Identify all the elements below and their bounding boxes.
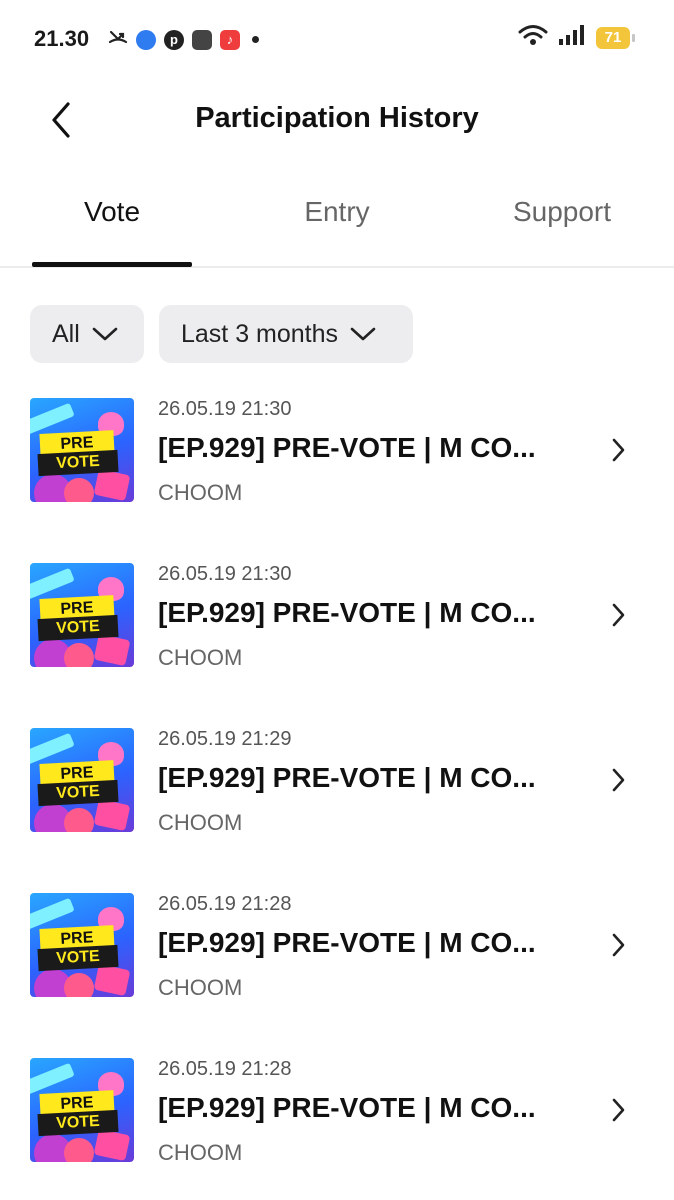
page-title: Participation History xyxy=(195,102,479,134)
more-notifications-icon xyxy=(252,36,259,43)
thumbnail-text-vote: VOTE xyxy=(37,1109,119,1137)
chevron-right-icon xyxy=(612,438,625,462)
list-item[interactable]: PRE VOTE 26.05.19 21:28 [EP.929] PRE-VOT… xyxy=(0,1058,674,1178)
item-artist: CHOOM xyxy=(158,645,243,670)
status-indicators: 71 xyxy=(518,24,635,51)
missed-call-icon xyxy=(108,27,128,52)
chevron-right-icon xyxy=(612,768,625,792)
music-app-icon: ♪ xyxy=(220,29,240,50)
item-date: 26.05.19 21:28 xyxy=(158,1058,292,1080)
list-item[interactable]: PRE VOTE 26.05.19 21:29 [EP.929] PRE-VOT… xyxy=(0,728,674,848)
item-artist: CHOOM xyxy=(158,1140,243,1165)
chevron-right-icon xyxy=(612,933,625,957)
item-title: [EP.929] PRE-VOTE | M CO... xyxy=(158,927,536,958)
chevron-down-icon xyxy=(350,327,376,341)
signal-icon xyxy=(558,24,586,51)
app-notification-icon xyxy=(136,29,156,50)
vote-thumbnail: PRE VOTE xyxy=(30,563,134,667)
app-grid-icon xyxy=(192,29,212,50)
period-filter-dropdown[interactable]: Last 3 months xyxy=(159,305,413,363)
active-tab-indicator xyxy=(32,262,192,267)
item-artist: CHOOM xyxy=(158,480,243,505)
vote-thumbnail: PRE VOTE xyxy=(30,398,134,502)
chevron-right-icon xyxy=(612,603,625,627)
thumbnail-text-vote: VOTE xyxy=(37,944,119,972)
item-title: [EP.929] PRE-VOTE | M CO... xyxy=(158,432,536,463)
vote-thumbnail: PRE VOTE xyxy=(30,728,134,832)
item-title: [EP.929] PRE-VOTE | M CO... xyxy=(158,597,536,628)
chevron-right-icon xyxy=(612,1098,625,1122)
list-item[interactable]: PRE VOTE 26.05.19 21:28 [EP.929] PRE-VOT… xyxy=(0,893,674,1013)
item-date: 26.05.19 21:30 xyxy=(158,563,292,585)
list-item[interactable]: PRE VOTE 26.05.19 21:30 [EP.929] PRE-VOT… xyxy=(0,398,674,518)
item-artist: CHOOM xyxy=(158,810,243,835)
status-bar: 21.30 p ♪ 71 xyxy=(0,0,674,78)
pinterest-icon: p xyxy=(164,29,184,50)
status-time: 21.30 xyxy=(34,26,90,51)
vote-thumbnail: PRE VOTE xyxy=(30,1058,134,1162)
tab-support[interactable]: Support xyxy=(450,196,674,228)
thumbnail-text-vote: VOTE xyxy=(37,779,119,807)
chevron-down-icon xyxy=(92,327,118,341)
thumbnail-text-vote: VOTE xyxy=(37,449,119,477)
battery-icon: 71 xyxy=(596,26,635,49)
item-artist: CHOOM xyxy=(158,975,243,1000)
vote-thumbnail: PRE VOTE xyxy=(30,893,134,997)
tab-entry[interactable]: Entry xyxy=(225,196,449,228)
wifi-icon xyxy=(518,24,548,51)
period-filter-label: Last 3 months xyxy=(181,319,339,348)
thumbnail-text-vote: VOTE xyxy=(37,614,119,642)
item-title: [EP.929] PRE-VOTE | M CO... xyxy=(158,1092,536,1123)
tab-bar: Vote Entry Support xyxy=(0,196,674,268)
notification-icons: p ♪ xyxy=(108,27,259,52)
type-filter-dropdown[interactable]: All xyxy=(30,305,144,363)
type-filter-label: All xyxy=(52,319,80,348)
item-date: 26.05.19 21:28 xyxy=(158,893,292,915)
tab-vote[interactable]: Vote xyxy=(0,196,224,228)
item-title: [EP.929] PRE-VOTE | M CO... xyxy=(158,762,536,793)
item-date: 26.05.19 21:29 xyxy=(158,728,292,750)
list-item[interactable]: PRE VOTE 26.05.19 21:30 [EP.929] PRE-VOT… xyxy=(0,563,674,683)
item-date: 26.05.19 21:30 xyxy=(158,398,292,420)
